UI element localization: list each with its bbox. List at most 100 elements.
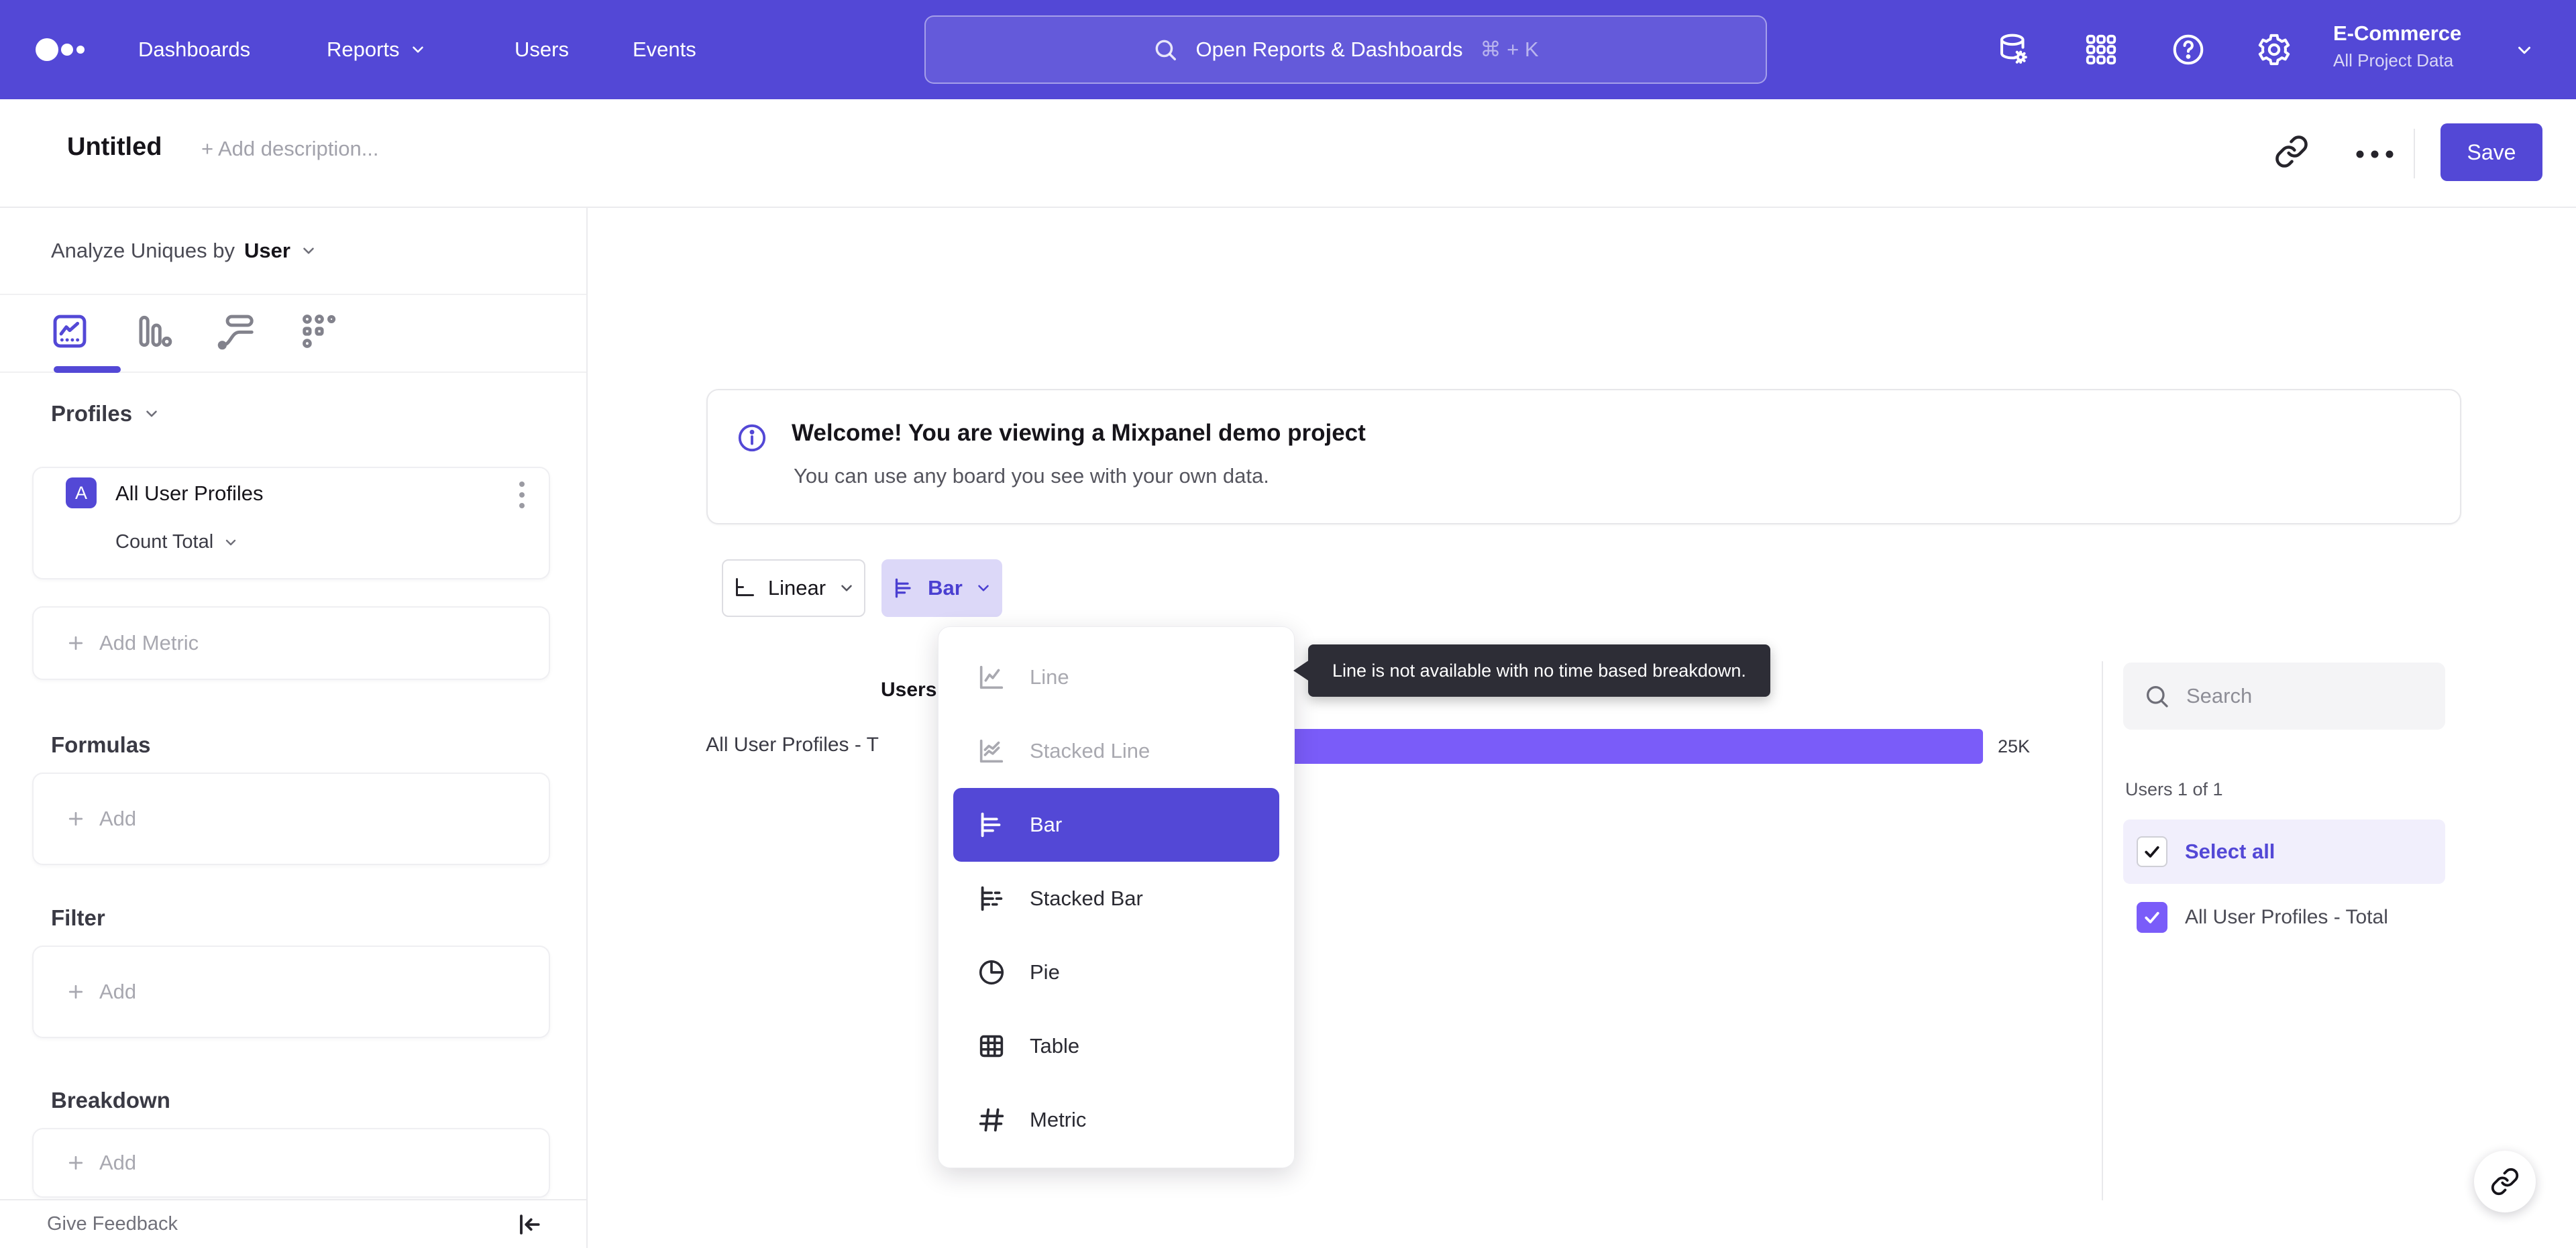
settings-gear-icon[interactable] [2256, 32, 2292, 68]
report-title[interactable]: Untitled [67, 133, 162, 162]
report-type-tabs [0, 296, 586, 373]
series-checkbox[interactable] [2137, 902, 2167, 933]
tab-funnels[interactable] [131, 310, 174, 353]
save-button[interactable]: Save [2440, 123, 2542, 181]
chart-type-selector-button[interactable]: Bar [881, 559, 1002, 617]
chevron-down-icon [146, 410, 157, 417]
metric-card[interactable]: A All User Profiles Count Total [32, 467, 550, 579]
chevron-down-icon[interactable] [2514, 40, 2534, 60]
add-filter-card[interactable]: Add [32, 946, 550, 1038]
add-filter-label: Add [99, 980, 137, 1003]
metric-name[interactable]: All User Profiles [115, 481, 264, 506]
nav-users[interactable]: Users [515, 0, 569, 99]
tab-retention[interactable] [298, 310, 341, 353]
give-feedback-link[interactable]: Give Feedback [47, 1213, 178, 1235]
scale-selector-button[interactable]: Linear [722, 559, 865, 617]
chevron-down-icon[interactable] [300, 242, 317, 260]
pie-chart-icon [979, 960, 1004, 985]
copy-link-icon[interactable] [2274, 134, 2309, 169]
add-description-button[interactable]: + Add description... [201, 137, 379, 161]
add-metric-card[interactable]: Add Metric [32, 606, 550, 680]
profiles-section-heading[interactable]: Profiles [51, 401, 160, 427]
nav-dashboards-label: Dashboards [138, 38, 251, 61]
nav-dashboards[interactable]: Dashboards [138, 0, 250, 99]
legend-search[interactable] [2123, 663, 2445, 730]
breakdown-heading: Breakdown [51, 1088, 170, 1113]
bar-chart-icon [981, 812, 1001, 838]
check-icon [2145, 911, 2159, 923]
command-palette-trigger[interactable]: Open Reports & Dashboards ⌘ + K [924, 15, 1767, 84]
aggregation-label: Count Total [115, 531, 214, 553]
demo-project-banner [706, 389, 2461, 524]
analyze-uniques-row: Analyze Uniques by User [0, 208, 586, 295]
add-formula-label: Add [99, 807, 137, 830]
nav-events[interactable]: Events [633, 0, 696, 99]
select-all-checkbox[interactable] [2137, 836, 2167, 867]
tooltip-text: Line is not available with no time based… [1332, 660, 1746, 681]
share-link-fab[interactable] [2474, 1151, 2536, 1212]
chart-type-dropdown: Line Stacked Line Bar Stacked Bar Pie Ta… [938, 626, 1295, 1168]
dropdown-item-table[interactable]: Table [938, 1009, 1294, 1083]
collapse-sidebar-icon[interactable] [514, 1210, 543, 1239]
add-breakdown-label: Add [99, 1151, 137, 1174]
profiles-heading-label: Profiles [51, 401, 133, 426]
aggregation-dropdown[interactable]: Count Total [115, 531, 239, 553]
dropdown-item-line: Line [938, 640, 1294, 714]
chart-type-label: Bar [928, 576, 963, 600]
legend-series-row[interactable]: All User Profiles - Total [2123, 892, 2445, 943]
plus-icon [68, 811, 83, 826]
chart-row-label: All User Profiles - T [706, 734, 879, 756]
formulas-heading: Formulas [51, 732, 151, 757]
dropdown-item-metric[interactable]: Metric [938, 1083, 1294, 1157]
stacked-bar-chart-icon [981, 886, 1003, 911]
add-metric-label: Add Metric [99, 631, 199, 655]
mixpanel-logo-icon[interactable] [35, 0, 91, 99]
select-all-row[interactable]: Select all [2123, 819, 2445, 884]
disabled-option-tooltip: Line is not available with no time based… [1293, 644, 1770, 697]
dropdown-item-pie[interactable]: Pie [938, 935, 1294, 1009]
keyboard-shortcut-hint: ⌘ + K [1480, 38, 1539, 61]
chevron-down-icon [225, 539, 236, 545]
active-tab-indicator [54, 366, 121, 373]
metric-options-icon[interactable] [518, 479, 526, 511]
more-options-icon[interactable] [2353, 149, 2396, 160]
query-builder-sidebar: Analyze Uniques by User Profiles A All U… [0, 208, 588, 1248]
chevron-down-icon [841, 585, 852, 591]
data-management-icon[interactable] [1996, 32, 2032, 68]
chevron-down-icon [409, 41, 427, 58]
add-breakdown-card[interactable]: Add [32, 1128, 550, 1198]
analyze-label: Analyze Uniques by [51, 239, 235, 262]
dropdown-item-bar[interactable]: Bar [953, 788, 1279, 862]
project-name: E-Commerce [2333, 21, 2462, 45]
project-scope: All Project Data [2333, 50, 2454, 70]
select-all-label: Select all [2185, 840, 2275, 863]
mixpanel-app: Dashboards Reports Users Events Open Rep… [0, 0, 2576, 1248]
tab-insights[interactable] [48, 310, 91, 353]
project-switcher[interactable]: E-Commerce All Project Data [2333, 19, 2461, 72]
banner-title: Welcome! You are viewing a Mixpanel demo… [792, 420, 1366, 446]
dropdown-item-stacked-line: Stacked Line [938, 714, 1294, 788]
plus-icon [68, 636, 83, 650]
filter-heading: Filter [51, 905, 105, 930]
linear-axis-icon [735, 578, 754, 596]
search-icon [2147, 685, 2168, 707]
info-icon [737, 422, 767, 453]
add-formula-card[interactable]: Add [32, 773, 550, 865]
nav-reports-label: Reports [327, 38, 400, 61]
nav-reports[interactable]: Reports [327, 0, 427, 99]
nav-events-label: Events [633, 38, 696, 61]
scale-label: Linear [767, 576, 826, 600]
tab-flows[interactable] [215, 310, 258, 353]
table-icon [979, 1035, 1004, 1058]
metric-badge: A [66, 477, 97, 508]
help-icon[interactable] [2170, 32, 2206, 68]
apps-grid-icon[interactable] [2083, 32, 2119, 68]
legend-divider [2102, 661, 2103, 1200]
legend-search-input[interactable] [2186, 684, 2428, 708]
search-icon [1152, 37, 1178, 62]
analyze-value-dropdown[interactable]: User [244, 239, 290, 263]
legend-count: Users 1 of 1 [2125, 779, 2223, 799]
dropdown-item-stacked-bar[interactable]: Stacked Bar [938, 862, 1294, 935]
plus-icon [68, 1155, 83, 1170]
top-nav: Dashboards Reports Users Events Open Rep… [0, 0, 2576, 99]
